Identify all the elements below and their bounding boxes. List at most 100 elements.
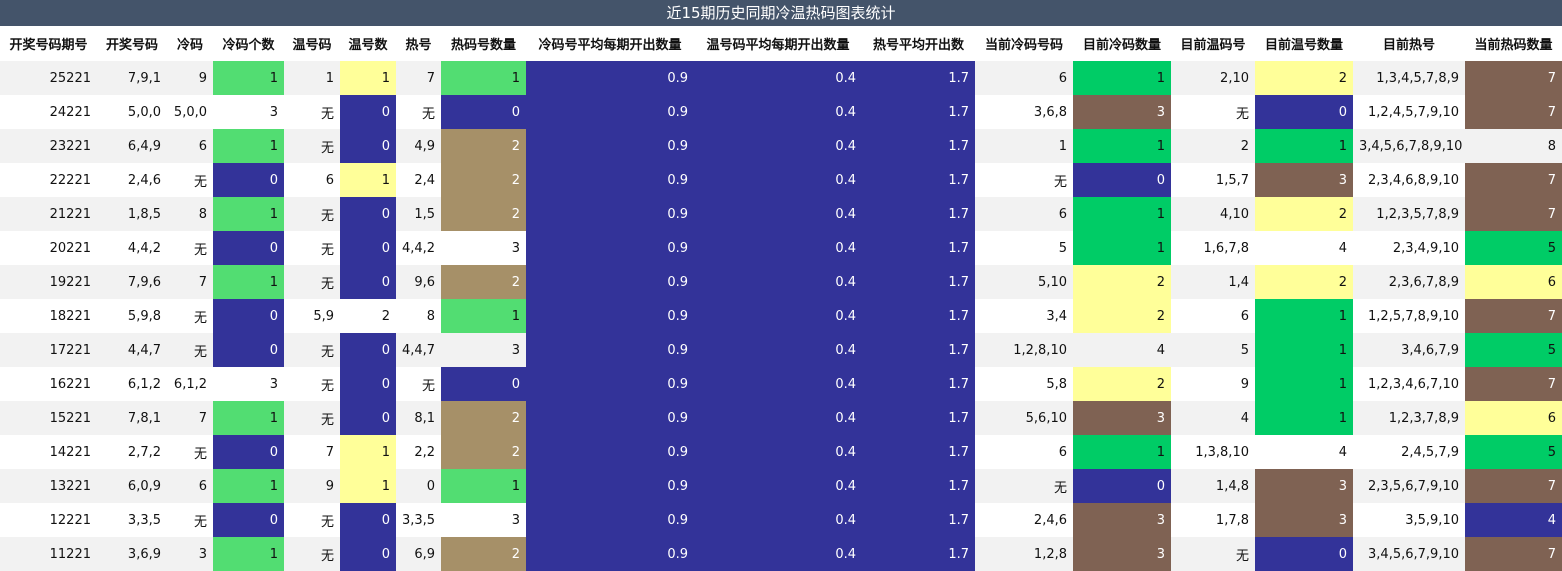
- cell-warm-numbers: 无: [284, 503, 340, 537]
- cell-current-hot-count: 4: [1465, 503, 1562, 537]
- cell-current-hot-count: 7: [1465, 367, 1562, 401]
- cell-current-cold-numbers: 5,10: [975, 265, 1073, 299]
- cell-warm-avg: 0.4: [694, 333, 862, 367]
- cell-hot-avg: 1.7: [862, 61, 975, 95]
- cell-draw-issue: 14221: [0, 435, 97, 469]
- cell-warm-numbers: 5,9: [284, 299, 340, 333]
- cell-hot-count: 2: [441, 435, 526, 469]
- cell-current-warm-numbers: 2: [1171, 129, 1255, 163]
- cell-cold-avg: 0.9: [526, 469, 694, 503]
- cell-current-hot-numbers: 3,4,6,7,9: [1353, 333, 1465, 367]
- cell-cold-avg: 0.9: [526, 333, 694, 367]
- cell-current-hot-numbers: 1,2,3,4,6,7,10: [1353, 367, 1465, 401]
- cell-warm-avg: 0.4: [694, 401, 862, 435]
- cell-draw-numbers: 2,7,2: [97, 435, 167, 469]
- cell-hot-numbers: 无: [396, 367, 441, 401]
- cell-current-cold-numbers: 3,6,8: [975, 95, 1073, 129]
- table-row: 22221 2,4,6 无 0 6 1 2,4 2 0.9 0.4 1.7 无 0 1,5,7 3 2,3,4…: [0, 163, 1562, 197]
- cell-current-warm-count: 3: [1255, 163, 1353, 197]
- cell-cold-avg: 0.9: [526, 401, 694, 435]
- cell-hot-count: 2: [441, 401, 526, 435]
- cell-cold-avg: 0.9: [526, 231, 694, 265]
- cell-current-warm-numbers: 2,10: [1171, 61, 1255, 95]
- cell-draw-numbers: 1,8,5: [97, 197, 167, 231]
- cell-warm-numbers: 无: [284, 333, 340, 367]
- cell-current-hot-count: 7: [1465, 299, 1562, 333]
- cell-current-warm-numbers: 4,10: [1171, 197, 1255, 231]
- cell-cold-numbers: 无: [167, 231, 213, 265]
- cell-hot-avg: 1.7: [862, 95, 975, 129]
- cell-current-warm-numbers: 无: [1171, 537, 1255, 571]
- cell-warm-count: 0: [340, 333, 396, 367]
- cell-warm-numbers: 无: [284, 129, 340, 163]
- cell-warm-avg: 0.4: [694, 163, 862, 197]
- cell-current-cold-numbers: 5,8: [975, 367, 1073, 401]
- cell-current-cold-count: 2: [1073, 299, 1171, 333]
- cell-current-hot-count: 7: [1465, 197, 1562, 231]
- cell-hot-avg: 1.7: [862, 367, 975, 401]
- cell-cold-avg: 0.9: [526, 61, 694, 95]
- cell-current-hot-count: 5: [1465, 333, 1562, 367]
- cell-current-hot-numbers: 2,3,4,9,10: [1353, 231, 1465, 265]
- cell-current-hot-numbers: 3,5,9,10: [1353, 503, 1465, 537]
- cell-draw-numbers: 7,8,1: [97, 401, 167, 435]
- cell-current-cold-count: 3: [1073, 401, 1171, 435]
- cell-hot-numbers: 3,3,5: [396, 503, 441, 537]
- cell-warm-numbers: 无: [284, 265, 340, 299]
- cell-cold-count: 1: [213, 129, 284, 163]
- cell-cold-count: 0: [213, 503, 284, 537]
- cell-cold-avg: 0.9: [526, 537, 694, 571]
- cell-cold-count: 1: [213, 61, 284, 95]
- cell-draw-issue: 19221: [0, 265, 97, 299]
- cell-hot-numbers: 6,9: [396, 537, 441, 571]
- cell-warm-avg: 0.4: [694, 197, 862, 231]
- cell-current-warm-numbers: 5: [1171, 333, 1255, 367]
- column-header-warm-count: 温号数: [348, 38, 388, 53]
- table-row: 20221 4,4,2 无 0 无 0 4,4,2 3 0.9 0.4 1.7 5 1 1,6,7,8 4 2…: [0, 231, 1562, 265]
- cell-current-hot-numbers: 1,2,3,7,8,9: [1353, 401, 1465, 435]
- cell-current-warm-count: 4: [1255, 231, 1353, 265]
- cell-cold-numbers: 3: [167, 537, 213, 571]
- cell-cold-avg: 0.9: [526, 163, 694, 197]
- cell-current-hot-numbers: 3,4,5,6,7,9,10: [1353, 537, 1465, 571]
- cell-hot-count: 3: [441, 231, 526, 265]
- cell-current-hot-count: 8: [1465, 129, 1562, 163]
- cell-draw-issue: 23221: [0, 129, 97, 163]
- stats-table: 开奖号码期号 开奖号码 冷码 冷码个数 温号码 温号数 热号 热码号数量 冷码号平均每期开出数量…: [0, 26, 1562, 571]
- column-header-cold-avg: 冷码号平均每期开出数量: [538, 38, 682, 53]
- table-row: 12221 3,3,5 无 0 无 0 3,3,5 3 0.9 0.4 1.7 2,4,6 3 1,7,8…: [0, 503, 1562, 537]
- cell-hot-numbers: 4,4,7: [396, 333, 441, 367]
- cell-cold-avg: 0.9: [526, 95, 694, 129]
- cell-current-hot-count: 7: [1465, 163, 1562, 197]
- cell-cold-count: 0: [213, 231, 284, 265]
- cell-current-hot-numbers: 3,4,5,6,7,8,9,10: [1353, 129, 1465, 163]
- table-row: 16221 6,1,2 6,1,2 3 无 0 无 0 0.9 0.4 1.7 5,8 2 9 1 1,2,3…: [0, 367, 1562, 401]
- cell-current-cold-count: 3: [1073, 95, 1171, 129]
- table-row: 14221 2,7,2 无 0 7 1 2,2 2 0.9 0.4 1.7 6 1 1,3,8,10 4 2,…: [0, 435, 1562, 469]
- cell-warm-count: 1: [340, 435, 396, 469]
- cell-hot-count: 2: [441, 129, 526, 163]
- cell-hot-numbers: 7: [396, 61, 441, 95]
- cell-current-warm-count: 3: [1255, 503, 1353, 537]
- cell-warm-avg: 0.4: [694, 231, 862, 265]
- column-header-hot-count: 热码号数量: [450, 38, 516, 53]
- cell-draw-numbers: 4,4,2: [97, 231, 167, 265]
- cell-warm-count: 0: [340, 231, 396, 265]
- cell-current-warm-count: 1: [1255, 299, 1353, 333]
- cell-warm-count: 0: [340, 95, 396, 129]
- cell-current-warm-numbers: 无: [1171, 95, 1255, 129]
- table-row: 19221 7,9,6 7 1 无 0 9,6 2 0.9 0.4 1.7 5,10 2 1,4 2 2,3,…: [0, 265, 1562, 299]
- cell-warm-count: 0: [340, 265, 396, 299]
- cell-hot-numbers: 1,5: [396, 197, 441, 231]
- cell-current-cold-numbers: 3,4: [975, 299, 1073, 333]
- table-row: 21221 1,8,5 8 1 无 0 1,5 2 0.9 0.4 1.7 6 1 4,10 2 1,2,3,…: [0, 197, 1562, 231]
- cell-draw-issue: 24221: [0, 95, 97, 129]
- cell-draw-numbers: 6,0,9: [97, 469, 167, 503]
- cell-current-cold-count: 4: [1073, 333, 1171, 367]
- cell-cold-numbers: 9: [167, 61, 213, 95]
- cell-hot-avg: 1.7: [862, 401, 975, 435]
- cell-current-cold-count: 1: [1073, 231, 1171, 265]
- cell-warm-count: 0: [340, 197, 396, 231]
- cell-current-warm-numbers: 1,7,8: [1171, 503, 1255, 537]
- cell-hot-count: 0: [441, 95, 526, 129]
